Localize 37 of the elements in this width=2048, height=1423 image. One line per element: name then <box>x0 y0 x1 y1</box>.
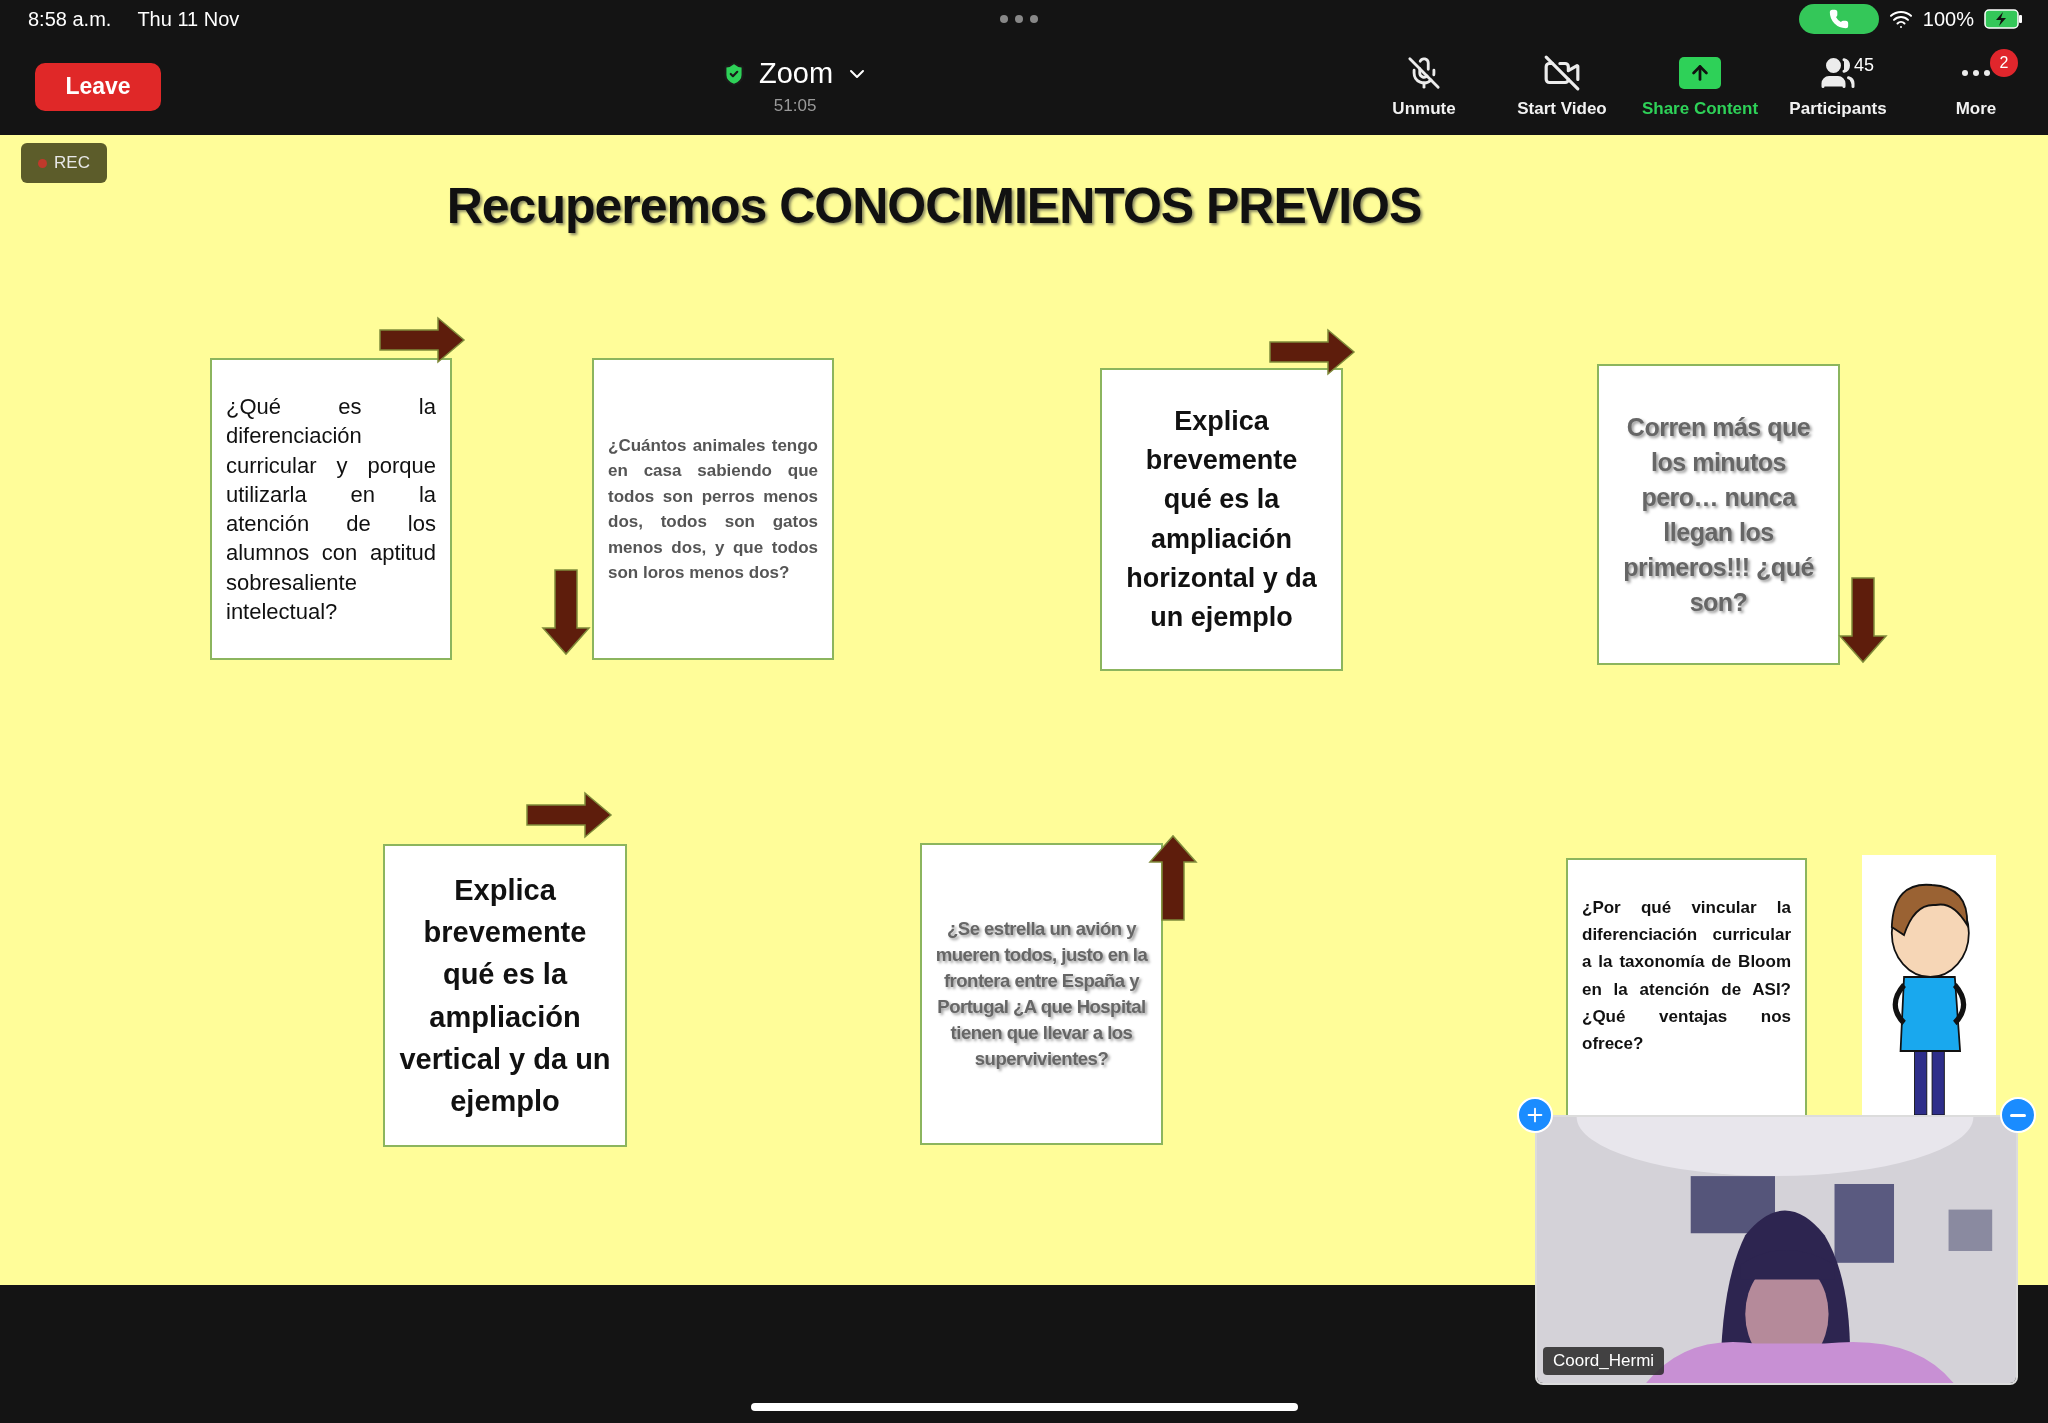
notification-badge: 2 <box>1990 48 2018 77</box>
right-arrow-icon <box>379 316 466 364</box>
status-date: Thu 11 Nov <box>137 7 240 31</box>
question-text: ¿Por qué vincular la diferenciación curricular a la taxonomía de Bloom en la atención de ASI? ¿Qué ventajas nos ofrece? <box>1582 897 1791 1055</box>
more-icon <box>1962 69 1990 76</box>
video-off-icon <box>1543 54 1581 91</box>
question-text: ¿Qué es la diferenciación curricular y porque utilizarla en la atención de los alumnos con aptitud sobresaliente intelectual? <box>226 393 436 626</box>
meeting-timer: 51:05 <box>773 96 817 116</box>
question-text: ¿Cuántos animales tengo en casa sabiendo que todos son perros menos dos, todos son gatos menos dos, y que todos son loros menos dos? <box>608 434 818 584</box>
right-arrow-icon <box>1269 328 1356 376</box>
call-indicator[interactable] <box>1798 4 1879 34</box>
question-text: Explica brevemente qué es la ampliación horizontal y da un ejemplo <box>1125 405 1318 634</box>
slide-title: Recuperemos CONOCIMIENTOS PREVIOS <box>445 177 1423 235</box>
question-text: ¿Se estrella un avión y mueren todos, justo en la frontera entre España y Portugal ¿A que Hospital tienen que llevar a los supervivientes? <box>934 917 1149 1071</box>
leave-button[interactable]: Leave <box>35 62 161 111</box>
minus-icon <box>2010 1113 2026 1117</box>
mic-off-button[interactable]: Unmute <box>1356 46 1492 127</box>
down-arrow-icon <box>1838 577 1888 664</box>
status-time: 8:58 a.m. <box>28 7 112 31</box>
more-button[interactable]: More 2 <box>1908 46 2044 127</box>
recording-indicator: REC <box>21 143 107 183</box>
multitasking-dots-icon <box>999 14 1040 24</box>
question-text: Explica brevemente qué es la ampliación vertical y da un ejemplo <box>399 873 611 1119</box>
battery-percentage: 100% <box>1922 7 1974 31</box>
question-text: Corren más que los minutos pero… nunca llegan los primeros!!! ¿qué son? <box>1622 411 1815 618</box>
mic-off-icon <box>1407 54 1441 91</box>
meeting-title[interactable]: Zoom <box>759 57 834 90</box>
participants-button[interactable]: Participants 45 <box>1770 46 1906 127</box>
down-arrow-icon <box>541 569 591 656</box>
participant-count: 45 <box>1854 54 1875 76</box>
share-icon <box>1679 56 1721 89</box>
battery-icon <box>1984 9 2024 29</box>
right-arrow-icon <box>526 791 613 839</box>
up-arrow-icon <box>1148 834 1198 921</box>
share-button[interactable]: Share Content <box>1632 46 1768 127</box>
participant-name: Coord_Hermi <box>1543 1347 1665 1375</box>
video-off-button[interactable]: Start Video <box>1494 46 1630 127</box>
